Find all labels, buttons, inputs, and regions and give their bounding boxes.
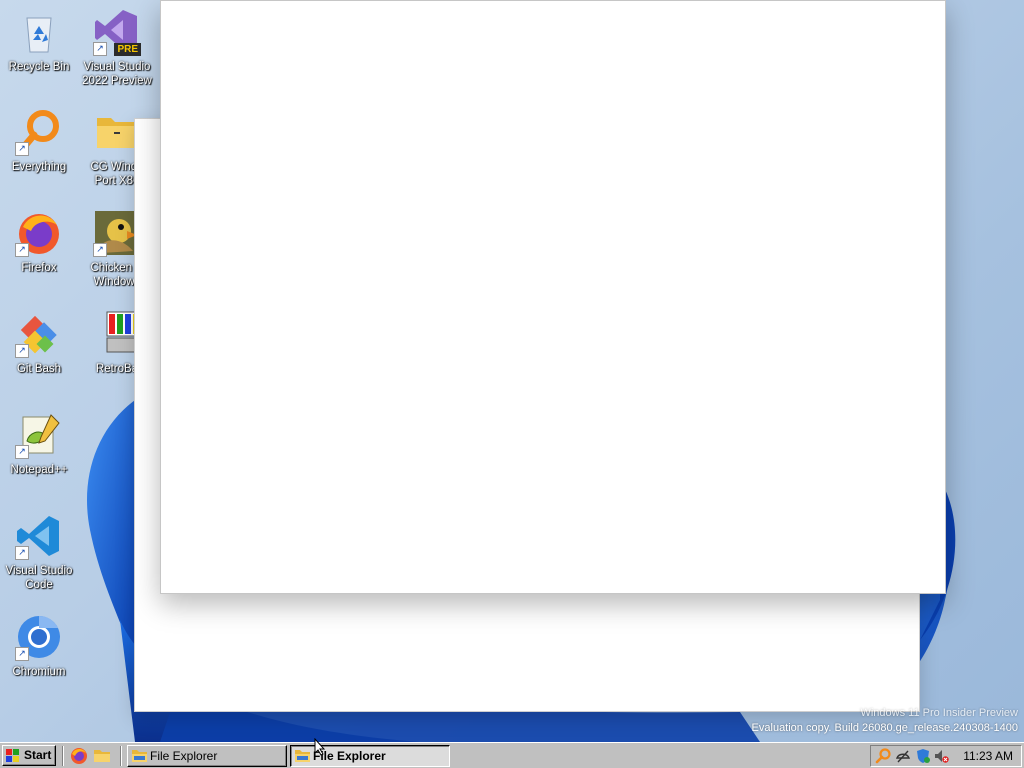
security-shield-icon[interactable] bbox=[915, 748, 931, 764]
recycle-bin-icon bbox=[15, 8, 63, 56]
icon-label: Notepad++ bbox=[10, 464, 68, 476]
everything-search-icon[interactable] bbox=[875, 748, 891, 764]
everything-search-icon: ↗ bbox=[15, 108, 63, 156]
start-label: Start bbox=[24, 748, 52, 762]
firefox-icon[interactable] bbox=[70, 747, 88, 765]
firefox-icon: ↗ bbox=[15, 209, 63, 257]
desktop-icon-chromium[interactable]: ↗ Chromium bbox=[1, 613, 77, 679]
icon-label: Visual Studio Code bbox=[5, 565, 73, 591]
clock[interactable]: 11:23 AM bbox=[963, 746, 1013, 766]
taskbar: Start File Explorer File Explorer 11:23 … bbox=[0, 742, 1024, 768]
chromium-icon: ↗ bbox=[15, 613, 63, 661]
mouse-cursor-icon bbox=[314, 738, 326, 756]
windows-watermark: Windows 11 Pro Insider Preview Evaluatio… bbox=[752, 706, 1018, 736]
windows-logo-icon bbox=[6, 749, 19, 762]
network-icon[interactable] bbox=[895, 748, 911, 764]
icon-label: Everything bbox=[11, 161, 67, 173]
desktop-icon-notepad-plus-plus[interactable]: ↗ Notepad++ bbox=[1, 411, 77, 477]
icon-label: Firefox bbox=[21, 262, 57, 274]
icon-label: Chromium bbox=[12, 666, 66, 678]
desktop-icon-everything[interactable]: ↗ Everything bbox=[1, 108, 77, 174]
system-tray: 11:23 AM bbox=[870, 745, 1022, 767]
pre-badge: PRE bbox=[114, 43, 141, 56]
folder-icon[interactable] bbox=[93, 747, 111, 765]
icon-label: Visual Studio 2022 Preview bbox=[82, 61, 152, 87]
desktop-icon-visual-studio[interactable]: PRE ↗ Visual Studio 2022 Preview bbox=[79, 8, 155, 88]
desktop: Recycle Bin ↗ Everything ↗ Firefox ↗ Git… bbox=[0, 0, 1024, 742]
icon-label: Git Bash bbox=[16, 363, 62, 375]
start-button[interactable]: Start bbox=[2, 745, 56, 766]
volume-muted-icon[interactable] bbox=[933, 748, 949, 764]
desktop-icon-recycle-bin[interactable]: Recycle Bin bbox=[1, 8, 77, 74]
taskbar-button-file-explorer[interactable]: File Explorer bbox=[127, 745, 287, 767]
watermark-edition: Windows 11 Pro Insider Preview bbox=[860, 707, 1018, 719]
vscode-icon: ↗ bbox=[15, 512, 63, 560]
taskbar-separator bbox=[62, 746, 64, 766]
task-label: File Explorer bbox=[150, 749, 218, 763]
taskbar-separator bbox=[120, 746, 122, 766]
git-bash-icon: ↗ bbox=[15, 310, 63, 358]
icon-label: Recycle Bin bbox=[8, 61, 70, 73]
desktop-icon-git-bash[interactable]: ↗ Git Bash bbox=[1, 310, 77, 376]
visual-studio-icon: PRE ↗ bbox=[93, 8, 141, 56]
desktop-icon-firefox[interactable]: ↗ Firefox bbox=[1, 209, 77, 275]
notepad-plus-plus-icon: ↗ bbox=[15, 411, 63, 459]
folder-icon bbox=[132, 750, 147, 762]
file-explorer-window-front[interactable] bbox=[160, 0, 946, 594]
desktop-icon-vscode[interactable]: ↗ Visual Studio Code bbox=[1, 512, 77, 592]
watermark-build: Evaluation copy. Build 26080.ge_release.… bbox=[751, 722, 1018, 734]
folder-icon bbox=[295, 750, 310, 762]
